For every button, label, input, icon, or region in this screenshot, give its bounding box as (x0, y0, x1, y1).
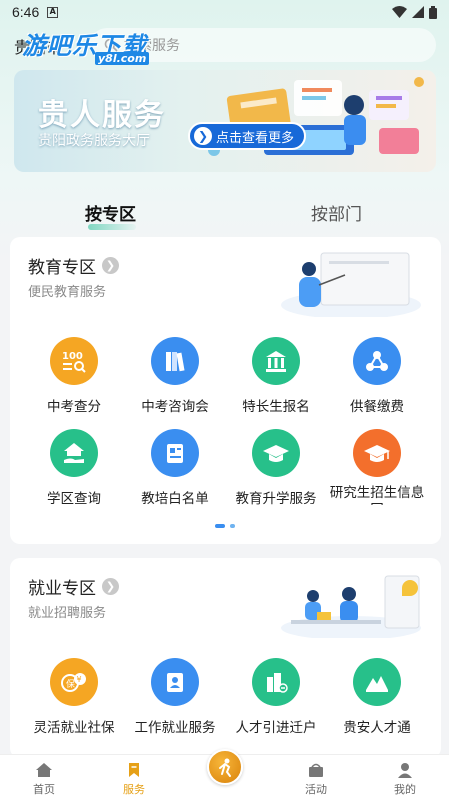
chevron-right-icon: ❯ (102, 578, 119, 595)
nav-label: 服务 (123, 783, 145, 796)
nav-service[interactable]: 服务 (104, 761, 164, 797)
banner-button-label: 点击查看更多 (216, 130, 295, 146)
nav-activity[interactable]: 活动 (286, 761, 346, 797)
promo-banner[interactable]: 贵人服务 贵阳政务服务大厅 ❯ 点击查看更多 (14, 70, 436, 172)
wifi-icon (392, 6, 407, 18)
nav-profile[interactable]: 我的 (375, 761, 435, 797)
section-title[interactable]: 教育专区 ❯ (28, 253, 119, 278)
insurance-icon: 保 ¥ (50, 658, 98, 706)
section-subtitle: 便民教育服务 (28, 285, 107, 300)
runner-logo-icon[interactable] (207, 749, 243, 785)
mountain-icon (353, 658, 401, 706)
grid-item-education-advance[interactable]: 教育升学服务 (224, 429, 328, 507)
status-icons (392, 5, 437, 19)
pager-dot-active (215, 524, 225, 528)
grid-item-exam-score[interactable]: 100 中考查分 (22, 337, 126, 415)
banner-subtitle: 贵阳政务服务大厅 (38, 133, 150, 149)
tab-by-department[interactable]: 按部门 (311, 200, 362, 225)
user-icon (398, 763, 412, 778)
grid-item-meal-payment[interactable]: 供餐缴费 (325, 337, 429, 415)
section-title-text: 教育专区 (28, 258, 96, 278)
nav-label: 活动 (305, 783, 327, 796)
svg-text:100: 100 (62, 351, 83, 362)
grid-item-guian-talent[interactable]: 贵安人才通 (325, 658, 429, 736)
grid-item-postgrad-info[interactable]: 研究生招生信息网 (325, 429, 429, 505)
section-title-text: 就业专区 (28, 579, 96, 599)
grid-item-district-query[interactable]: 学区查询 (22, 429, 126, 507)
header: 贵阳市 搜索服务 游吧乐下载 y8l.com (0, 24, 449, 66)
books-icon (151, 337, 199, 385)
grid-item-label: 研究生招生信息网 (329, 485, 425, 505)
signal-icon (412, 6, 424, 18)
house-hand-icon (50, 429, 98, 477)
status-bar: 6:46 A (0, 0, 449, 24)
graduation-cap-icon (353, 429, 401, 477)
nav-label: 我的 (394, 783, 416, 796)
bottom-nav: 首页 服务 活动 我的 (0, 749, 449, 801)
profile-card-icon (151, 658, 199, 706)
section-subtitle: 就业招聘服务 (28, 606, 107, 621)
tab-by-zone[interactable]: 按专区 (85, 200, 136, 225)
grid-item-specialty-signup[interactable]: 特长生报名 (224, 337, 328, 415)
banner-title: 贵人服务 (38, 98, 166, 133)
id-card-icon (151, 429, 199, 477)
molecule-icon (353, 337, 401, 385)
office-illustration (281, 575, 421, 638)
nav-home[interactable]: 首页 (14, 761, 74, 797)
chevron-right-icon: ❯ (102, 257, 119, 274)
status-time: 6:46 (12, 4, 40, 20)
grid-item-label: 教育升学服务 (235, 491, 317, 507)
grid-item-label: 学区查询 (47, 491, 101, 507)
education-section-card: 教育专区 ❯ 便民教育服务 100 中考查分 中考咨询会 特长生报名 供餐缴费 (10, 237, 441, 544)
grid-item-talent-transfer[interactable]: 人才引进迁户 (224, 658, 328, 736)
svg-text:保: 保 (66, 678, 75, 690)
home-icon (36, 763, 52, 777)
grid-item-label: 贵安人才通 (343, 720, 411, 736)
grid-item-label: 工作就业服务 (134, 720, 216, 736)
grid-item-label: 灵活就业社保 (33, 720, 115, 736)
grid-item-label: 人才引进迁户 (235, 720, 317, 736)
pager-dot (230, 524, 235, 528)
category-tabs: 按专区 按部门 (0, 192, 449, 232)
bookmark-icon (129, 763, 139, 777)
pager-dots (215, 524, 235, 528)
notification-icon: A (47, 6, 59, 18)
watermark-url: y8l.com (95, 52, 150, 65)
building-icon (252, 337, 300, 385)
grid-item-flexible-insurance[interactable]: 保 ¥ 灵活就业社保 (22, 658, 126, 736)
arrow-right-icon: ❯ (194, 127, 212, 145)
nav-label: 首页 (33, 783, 55, 796)
grid-item-label: 中考查分 (47, 399, 101, 415)
score-search-icon: 100 (50, 337, 98, 385)
employment-section-card: 就业专区 ❯ 就业招聘服务 保 ¥ 灵活就业社保 工作就业服务 人才引进迁户 贵… (10, 558, 441, 758)
banner-more-button[interactable]: ❯ 点击查看更多 (188, 122, 307, 150)
graduation-cap-icon (252, 429, 300, 477)
grid-item-exam-consult[interactable]: 中考咨询会 (123, 337, 227, 415)
gift-bag-icon (309, 763, 323, 777)
grid-item-label: 供餐缴费 (350, 399, 404, 415)
grid-item-label: 特长生报名 (242, 399, 310, 415)
teacher-illustration (281, 252, 421, 317)
battery-icon (429, 5, 437, 19)
grid-item-label: 教培白名单 (141, 491, 209, 507)
grid-item-label: 中考咨询会 (141, 399, 209, 415)
city-transfer-icon (252, 658, 300, 706)
grid-item-job-service[interactable]: 工作就业服务 (123, 658, 227, 736)
svg-text:¥: ¥ (77, 675, 82, 684)
section-title[interactable]: 就业专区 ❯ (28, 574, 119, 599)
grid-item-training-whitelist[interactable]: 教培白名单 (123, 429, 227, 507)
